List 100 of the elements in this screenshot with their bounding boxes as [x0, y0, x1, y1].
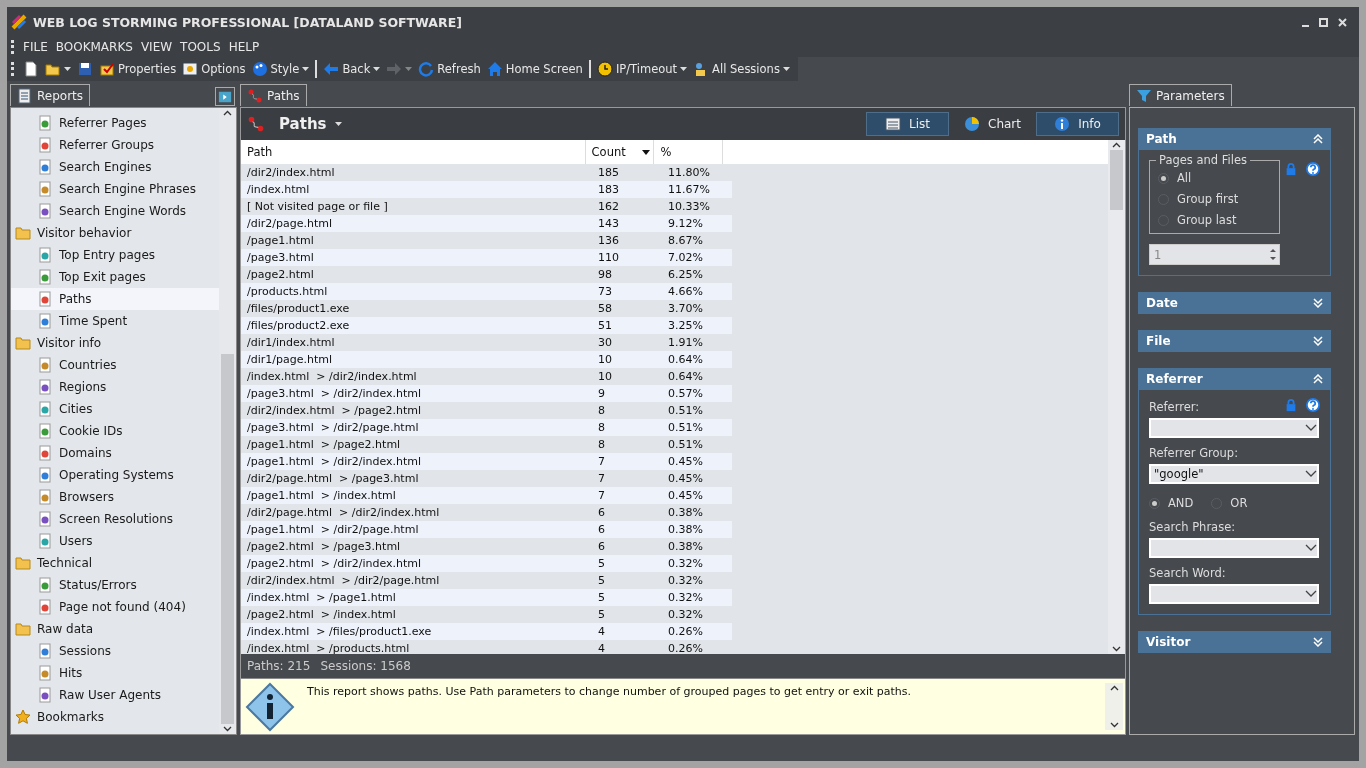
collapse-icon[interactable] [1313, 134, 1323, 144]
tree-item[interactable]: Search Engines [11, 156, 219, 178]
table-cell-text: /dir2/page.html > /page3.html [246, 471, 420, 487]
expand-icon[interactable] [1313, 637, 1323, 647]
radio-button[interactable] [1158, 172, 1169, 184]
view-button[interactable]: Chart [951, 112, 1034, 136]
tree-item[interactable]: Referrer Groups [11, 134, 219, 156]
view-button[interactable]: Info [1036, 112, 1119, 136]
table-cell-text: 0.38% [667, 522, 704, 538]
close-icon[interactable] [1338, 17, 1347, 27]
tree-folder[interactable]: Visitor behavior [11, 222, 219, 244]
table-cell-text: 58 [597, 301, 613, 317]
table-cell-text: 0.38% [667, 505, 704, 521]
tree-folder[interactable]: Bookmarks [11, 706, 219, 728]
section-header[interactable]: Path [1138, 128, 1331, 150]
scroll-up-icon[interactable] [1109, 685, 1119, 691]
radio-option[interactable]: All [1158, 171, 1271, 185]
tree-item[interactable]: Hits [11, 662, 219, 684]
toolbar-button[interactable]: Options [180, 58, 248, 80]
table-cell-text: /page3.html > /dir2/page.html [246, 420, 420, 436]
menu-item[interactable]: TOOLS [176, 40, 225, 54]
tree-folder[interactable]: Visitor info [11, 332, 219, 354]
radio-option[interactable]: OR [1211, 496, 1248, 510]
tree-item[interactable]: Countries [11, 354, 219, 376]
report-icon [37, 423, 53, 439]
view-button[interactable]: List [866, 112, 949, 136]
radio-button[interactable] [1149, 497, 1160, 509]
scroll-down-icon[interactable] [223, 726, 232, 732]
radio-option[interactable]: AND [1149, 496, 1194, 510]
toolbar-button[interactable]: Properties [97, 58, 179, 80]
properties-icon [99, 61, 115, 77]
collapse-icon[interactable] [1313, 374, 1323, 384]
menu-item[interactable]: VIEW [136, 40, 177, 54]
tree-item[interactable]: Time Spent [11, 310, 219, 332]
help-icon[interactable] [1306, 162, 1320, 176]
table-cell-text: /page1.html > /index.html [246, 488, 397, 504]
radio-option[interactable]: Group last [1158, 213, 1271, 227]
table-cell-text: 8.67% [667, 233, 704, 249]
tree-item[interactable]: Top Exit pages [11, 266, 219, 288]
tree-item[interactable]: Screen Resolutions [11, 508, 219, 530]
tree-folder[interactable]: Technical [11, 552, 219, 574]
section-header[interactable]: File [1138, 330, 1331, 352]
toolbar-button[interactable]: Refresh [416, 58, 483, 80]
section-header[interactable]: Date [1138, 292, 1331, 314]
maximize-icon[interactable] [1319, 17, 1328, 27]
tree-item[interactable]: Status/Errors [11, 574, 219, 596]
scroll-up-icon[interactable] [223, 110, 232, 116]
table-cell-text: 73 [597, 284, 613, 300]
tree-item[interactable]: Browsers [11, 486, 219, 508]
table-cell-text: /dir2/index.html > /page2.html [246, 403, 423, 419]
tree-item[interactable]: Users [11, 530, 219, 552]
table-cell-text: 3.70% [667, 301, 704, 317]
scroll-down-icon[interactable] [1109, 722, 1119, 728]
dropdown-field[interactable]: "google" [1149, 464, 1319, 484]
open-folder-icon [45, 61, 61, 77]
tree-item[interactable]: Raw User Agents [11, 684, 219, 706]
tree-item[interactable]: Top Entry pages [11, 244, 219, 266]
dropdown-field[interactable] [1149, 538, 1319, 558]
scroll-up-icon[interactable] [1112, 142, 1121, 148]
paths-tab[interactable]: Paths [240, 84, 307, 106]
expand-icon[interactable] [1313, 336, 1323, 346]
scrollbar-thumb[interactable] [1110, 150, 1123, 210]
tree-item[interactable]: Page not found (404) [11, 596, 219, 618]
tree-item[interactable]: Operating Systems [11, 464, 219, 486]
menu-item[interactable]: HELP [224, 40, 264, 54]
tree-item[interactable]: Regions [11, 376, 219, 398]
toolbar-button[interactable]: All Sessions [691, 58, 792, 80]
table-cell-text: 5 [597, 607, 606, 623]
tree-item[interactable]: Referrer Pages [11, 112, 219, 134]
section-header[interactable]: Referrer [1138, 368, 1331, 390]
expand-icon[interactable] [1313, 298, 1323, 308]
toolbar-button[interactable]: Style [249, 58, 312, 80]
dropdown-field[interactable] [1149, 584, 1319, 604]
panel-toggle-button[interactable] [215, 87, 235, 106]
path-icon [247, 87, 263, 104]
menu-item[interactable]: BOOKMARKS [51, 40, 137, 54]
report-title[interactable]: Paths [279, 115, 327, 133]
toolbar-button[interactable]: Back [321, 58, 383, 80]
help-icon[interactable] [1306, 398, 1320, 412]
table-cell-text: /dir2/index.html > /dir2/page.html [246, 573, 441, 589]
tree-item[interactable]: Sessions [11, 640, 219, 662]
tree-item[interactable]: Domains [11, 442, 219, 464]
table-cell-text: /page2.html > /index.html [246, 607, 397, 623]
tree-item[interactable]: Search Engine Words [11, 200, 219, 222]
scrollbar-thumb[interactable] [221, 354, 234, 724]
parameters-tab[interactable]: Parameters [1129, 84, 1232, 106]
tree-item[interactable]: Paths [11, 288, 219, 310]
toolbar-button[interactable]: Home Screen [484, 58, 585, 80]
tree-item[interactable]: Search Engine Phrases [11, 178, 219, 200]
toolbar-button[interactable]: IP/Timeout [594, 58, 690, 80]
section-header[interactable]: Visitor [1138, 631, 1331, 653]
dropdown-field[interactable] [1149, 418, 1319, 438]
radio-option[interactable]: Group first [1158, 192, 1271, 206]
reports-tab[interactable]: Reports [10, 84, 91, 106]
tree-item[interactable]: Cities [11, 398, 219, 420]
scroll-down-icon[interactable] [1112, 646, 1121, 652]
tree-folder[interactable]: Raw data [11, 618, 219, 640]
tree-item[interactable]: Cookie IDs [11, 420, 219, 442]
menu-item[interactable]: FILE [19, 40, 52, 54]
table-cell-text: 11.80% [667, 165, 711, 181]
